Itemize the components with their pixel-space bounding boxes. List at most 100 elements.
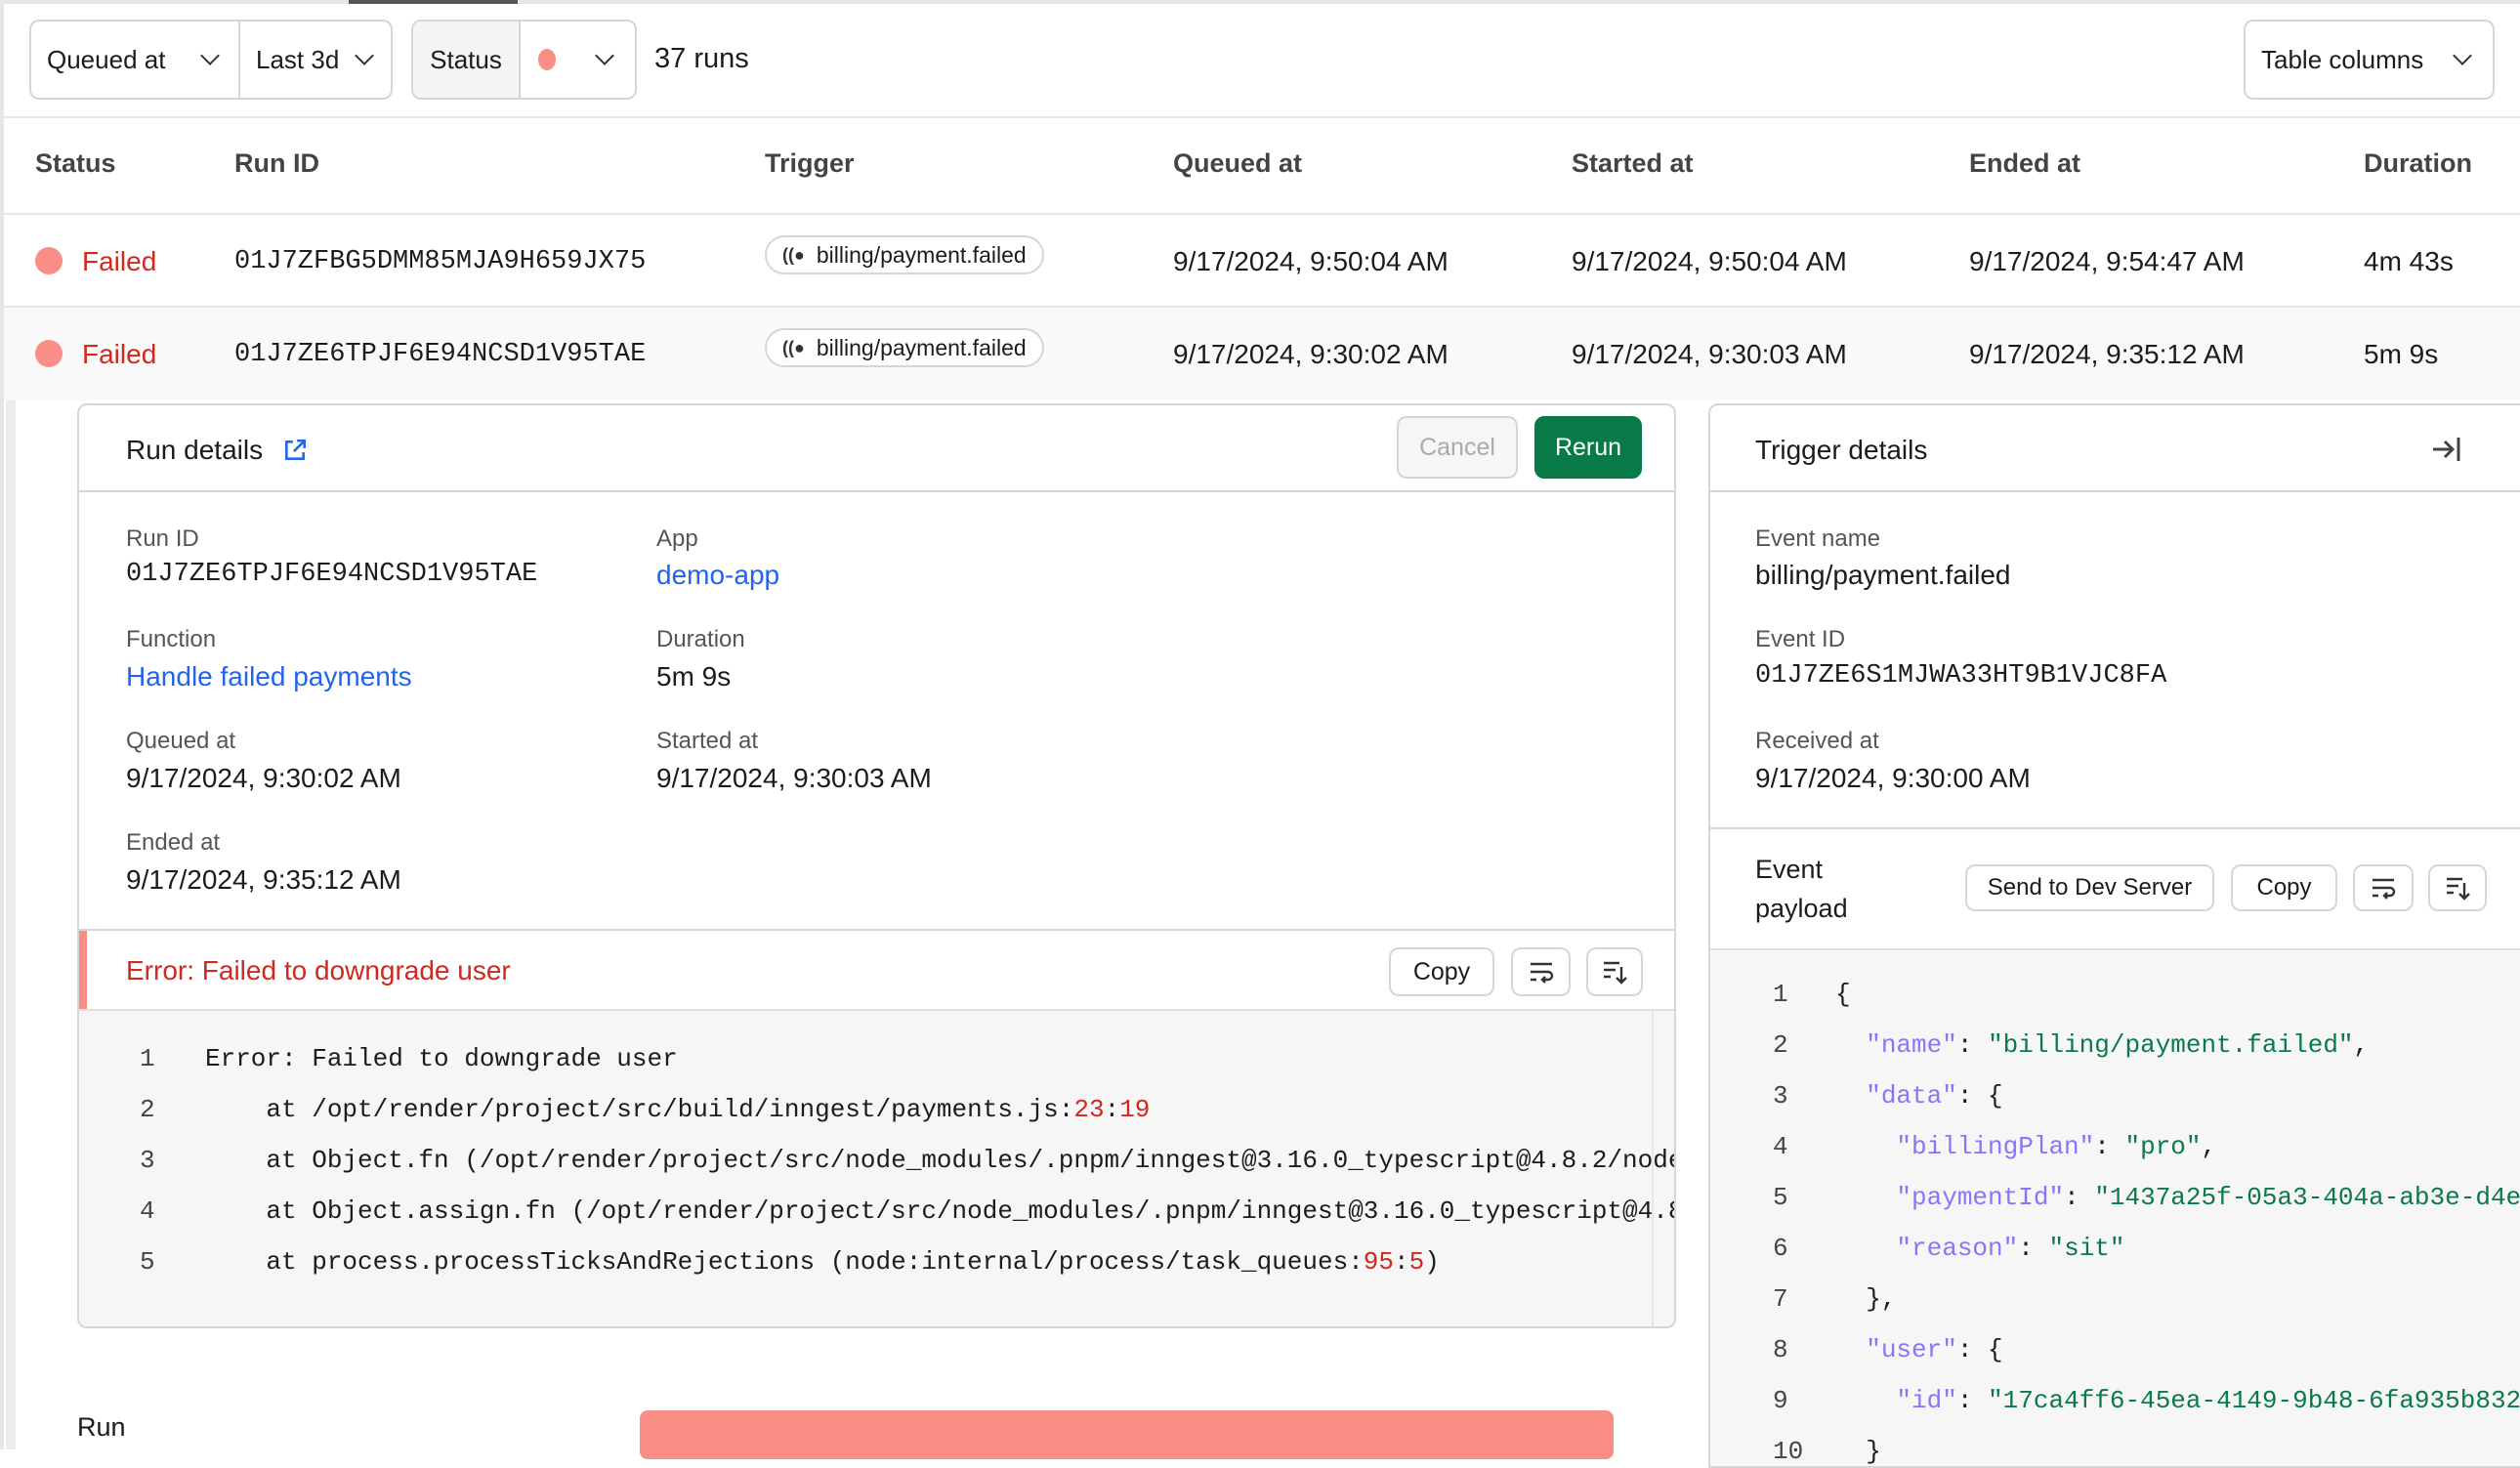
code-line: at Object.assign.fn (/opt/render/project… (205, 1196, 1674, 1226)
code-token: : (2064, 1183, 2095, 1212)
ended-at: 9/17/2024, 9:35:12 AM (1969, 339, 2245, 369)
queued-at-label: Queued at (126, 728, 236, 754)
code-token: at /opt/render/project/src/build/inngest… (205, 1095, 1074, 1124)
column-header-ended-at[interactable]: Ended at (1969, 148, 2080, 179)
event-payload-label: Event payload (1755, 855, 1848, 923)
line-number: 2 (1773, 1030, 1788, 1060)
time-range-select[interactable]: Last 3d (240, 21, 391, 98)
column-header-duration[interactable]: Duration (2364, 148, 2472, 179)
line-number: 4 (1773, 1132, 1788, 1161)
trigger-badge[interactable]: ((● billing/payment.failed (765, 235, 1044, 274)
duration: 4m 43s (2364, 246, 2454, 276)
failed-status-icon (35, 340, 63, 367)
time-field-label: Queued at (47, 44, 166, 74)
send-to-dev-server-button[interactable]: Send to Dev Server (1965, 864, 2214, 911)
code-line: at Object.fn (/opt/render/project/src/no… (205, 1146, 1674, 1175)
code-token: "data" (1866, 1081, 1957, 1111)
chevron-down-icon (200, 46, 220, 65)
run-id: 01J7ZFBG5DMM85MJA9H659JX75 (234, 247, 647, 276)
status-text: Failed (82, 339, 157, 369)
code-token: at Object.fn (/opt/render/project/src/no… (205, 1146, 1674, 1175)
column-header-status[interactable]: Status (35, 148, 116, 179)
code-token: ) (1424, 1247, 1440, 1277)
duration-label: Duration (656, 626, 745, 652)
column-header-trigger[interactable]: Trigger (765, 148, 855, 179)
status-text: Failed (82, 246, 157, 276)
function-label: Function (126, 626, 217, 652)
code-line: "paymentId": "1437a25f-05a3-404a-ab3e-d4… (1835, 1183, 2520, 1212)
cancel-button[interactable]: Cancel (1397, 416, 1518, 479)
time-field-select[interactable]: Queued at (31, 21, 240, 98)
copy-error-button[interactable]: Copy (1389, 947, 1494, 996)
line-number: 1 (1773, 980, 1788, 1009)
code-token: "id" (1896, 1386, 1957, 1415)
ended-at-label: Ended at (126, 829, 221, 856)
wrap-lines-button[interactable] (1511, 947, 1571, 996)
line-number: 9 (1773, 1386, 1788, 1415)
status-filter[interactable]: Status (411, 20, 637, 100)
code-token: "paymentId" (1896, 1183, 2065, 1212)
code-token: } (1835, 1437, 1881, 1466)
expand-lines-button[interactable] (1586, 947, 1643, 996)
code-token: : (2018, 1234, 2049, 1263)
queued-at-value: 9/17/2024, 9:30:02 AM (126, 763, 401, 793)
column-header-run-id[interactable]: Run ID (234, 148, 319, 179)
timeline-run-bar[interactable] (640, 1410, 1614, 1459)
code-token: : (1956, 1386, 1989, 1415)
line-number: 2 (140, 1095, 155, 1124)
trigger-details-panel: Trigger details Event name billing/payme… (1708, 403, 2520, 1468)
run-details-title: Run details (126, 435, 264, 465)
expand-lines-button[interactable] (2428, 864, 2487, 911)
external-link-icon[interactable] (282, 438, 308, 463)
code-token: "billing/payment.failed" (1988, 1030, 2354, 1060)
queued-at: 9/17/2024, 9:30:02 AM (1173, 339, 1449, 369)
event-name-value: billing/payment.failed (1755, 560, 2011, 590)
code-token: "pro" (2124, 1132, 2202, 1161)
status-filter-label: Status (413, 21, 521, 98)
chevron-down-icon (355, 46, 374, 65)
trigger-name: billing/payment.failed (816, 334, 1027, 360)
failed-status-icon (35, 247, 63, 274)
rerun-button[interactable]: Rerun (1534, 416, 1642, 479)
trigger-badge[interactable]: ((● billing/payment.failed (765, 328, 1044, 367)
started-at-label: Started at (656, 728, 759, 754)
app-link[interactable]: demo-app (656, 560, 779, 591)
code-token: 95 (1363, 1247, 1395, 1277)
code-token: { (1835, 980, 1851, 1009)
failed-status-dot-icon (538, 49, 556, 70)
table-row[interactable]: Failed 01J7ZFBG5DMM85MJA9H659JX75 ((● bi… (4, 215, 2520, 307)
received-at-value: 9/17/2024, 9:30:00 AM (1755, 763, 2031, 793)
code-token: : (2094, 1132, 2125, 1161)
code-line: Error: Failed to downgrade user (205, 1044, 678, 1073)
code-token: "sit" (2048, 1234, 2125, 1263)
line-number: 6 (1773, 1234, 1788, 1263)
column-header-started-at[interactable]: Started at (1572, 148, 1694, 179)
table-row-expanded[interactable]: Failed 01J7ZE6TPJF6E94NCSD1V95TAE ((● bi… (4, 308, 2520, 400)
table-columns-button[interactable]: Table columns (2244, 20, 2495, 100)
code-token: : (1394, 1247, 1409, 1277)
queued-at: 9/17/2024, 9:50:04 AM (1173, 246, 1449, 276)
event-name-label: Event name (1755, 525, 1881, 552)
wrap-lines-button[interactable] (2353, 864, 2414, 911)
code-token: Error: Failed to downgrade user (205, 1044, 678, 1073)
table-columns-label: Table columns (2261, 44, 2424, 74)
code-token: , (2353, 1030, 2370, 1060)
run-id-value: 01J7ZE6TPJF6E94NCSD1V95TAE (126, 560, 538, 589)
code-line: }, (1835, 1284, 1896, 1314)
code-token: : (1104, 1095, 1120, 1124)
column-header-queued-at[interactable]: Queued at (1173, 148, 1302, 179)
error-title: Error: Failed to downgrade user (126, 955, 511, 986)
code-line: "name": "billing/payment.failed", (1835, 1030, 2369, 1060)
code-token: at Object.assign.fn (/opt/render/project… (205, 1196, 1674, 1226)
function-link[interactable]: Handle failed payments (126, 661, 412, 692)
collapse-panel-icon[interactable] (2431, 435, 2464, 464)
divider (1710, 827, 2520, 829)
code-line: "user": { (1835, 1335, 2002, 1364)
copy-payload-button[interactable]: Copy (2231, 864, 2337, 911)
ended-at-value: 9/17/2024, 9:35:12 AM (126, 864, 401, 895)
line-number: 5 (140, 1247, 155, 1277)
divider (4, 116, 2520, 118)
